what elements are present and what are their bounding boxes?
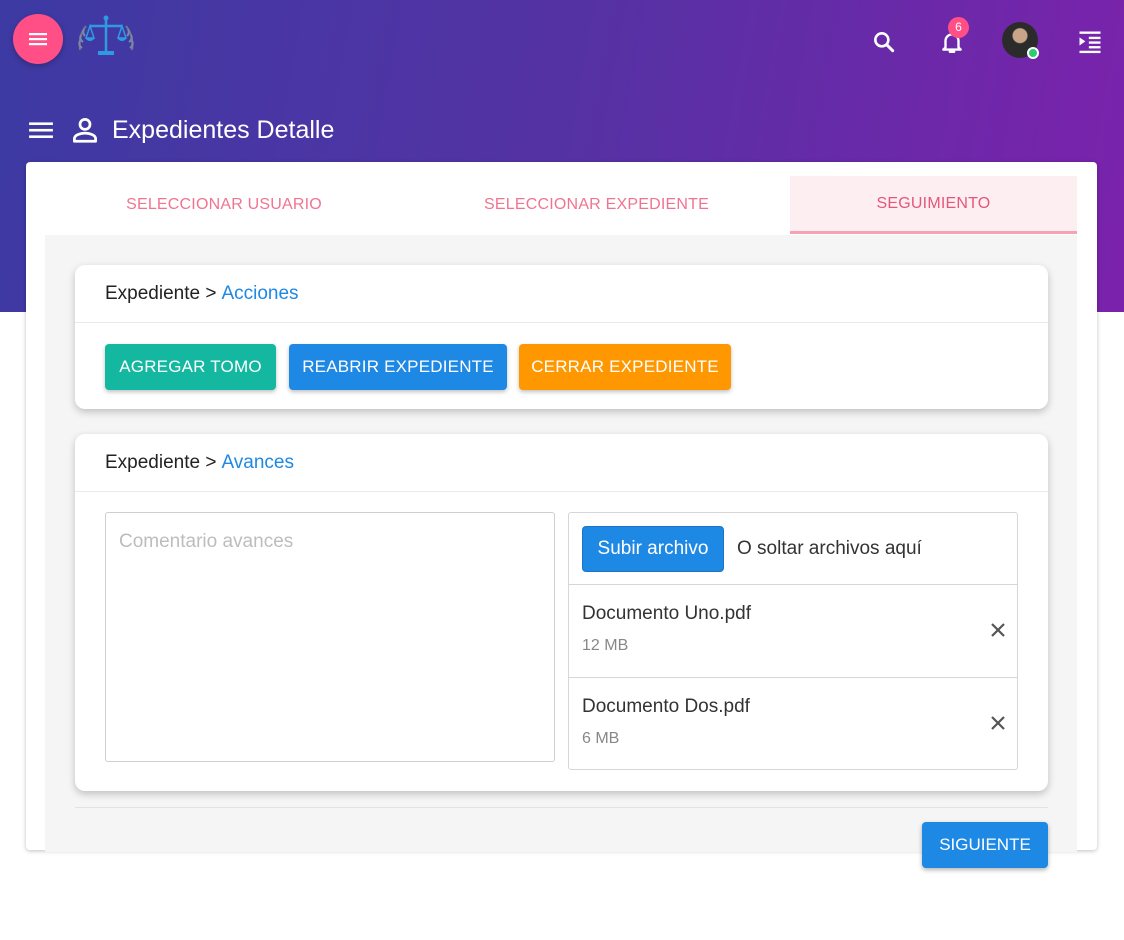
scales-of-justice-logo[interactable]	[74, 14, 138, 64]
close-icon[interactable]	[989, 714, 1007, 732]
breadcrumb-root: Expediente >	[105, 282, 217, 304]
reabrir-expediente-button[interactable]: REABRIR EXPEDIENTE	[289, 344, 507, 390]
footer-divider	[75, 807, 1048, 808]
page-title: Expedientes Detalle	[112, 115, 335, 144]
menu-icon	[29, 33, 47, 46]
menu-toggle-button[interactable]	[13, 14, 63, 64]
comentario-avances-textarea[interactable]: Comentario avances	[105, 512, 555, 762]
file-uploader: Subir archivo O soltar archivos aquí Doc…	[568, 512, 1018, 770]
siguiente-button[interactable]: SIGUIENTE	[922, 822, 1048, 868]
avances-breadcrumb: Expediente > Avances	[75, 434, 1048, 492]
breadcrumb-root: Expediente >	[105, 451, 217, 473]
breadcrumb-acciones-link[interactable]: Acciones	[221, 283, 298, 305]
notification-badge: 6	[948, 17, 969, 38]
stepper-tabs: SELECCIONAR USUARIO SELECCIONAR EXPEDIEN…	[45, 176, 1077, 234]
agregar-tomo-button[interactable]: AGREGAR TOMO	[105, 344, 276, 390]
avances-card: Expediente > Avances Comentario avances …	[75, 434, 1048, 791]
list-menu-icon[interactable]	[28, 119, 54, 141]
tab-seguimiento[interactable]: SEGUIMIENTO	[790, 176, 1077, 234]
indent-icon	[1079, 31, 1101, 54]
right-sidebar-toggle-button[interactable]	[1072, 24, 1108, 60]
online-status-dot	[1027, 47, 1039, 59]
file-item: Documento Dos.pdf 6 MB	[569, 678, 1017, 771]
breadcrumb-avances-link[interactable]: Avances	[221, 452, 294, 474]
tab-seleccionar-usuario[interactable]: SELECCIONAR USUARIO	[45, 176, 403, 234]
file-name: Documento Uno.pdf	[582, 603, 751, 624]
tab-seleccionar-expediente[interactable]: SELECCIONAR EXPEDIENTE	[403, 176, 790, 234]
search-button[interactable]	[866, 24, 902, 60]
tab-content: Expediente > Acciones AGREGAR TOMO REABR…	[45, 235, 1077, 852]
acciones-breadcrumb: Expediente > Acciones	[75, 265, 1048, 323]
drop-hint: O soltar archivos aquí	[737, 537, 922, 559]
file-size: 12 MB	[582, 637, 629, 654]
stepper-card: SELECCIONAR USUARIO SELECCIONAR EXPEDIEN…	[26, 162, 1097, 852]
file-name: Documento Dos.pdf	[582, 696, 750, 717]
file-item: Documento Uno.pdf 12 MB	[569, 585, 1017, 678]
search-icon	[874, 32, 895, 53]
page-heading: Expedientes Detalle	[28, 110, 334, 150]
textarea-placeholder: Comentario avances	[119, 531, 294, 552]
acciones-card: Expediente > Acciones AGREGAR TOMO REABR…	[75, 265, 1048, 409]
subir-archivo-button[interactable]: Subir archivo	[582, 525, 724, 572]
cerrar-expediente-button[interactable]: CERRAR EXPEDIENTE	[519, 344, 731, 390]
dropzone[interactable]: Subir archivo O soltar archivos aquí	[569, 513, 1017, 585]
person-icon	[73, 118, 97, 143]
close-icon[interactable]	[989, 621, 1007, 639]
file-size: 6 MB	[582, 730, 620, 747]
